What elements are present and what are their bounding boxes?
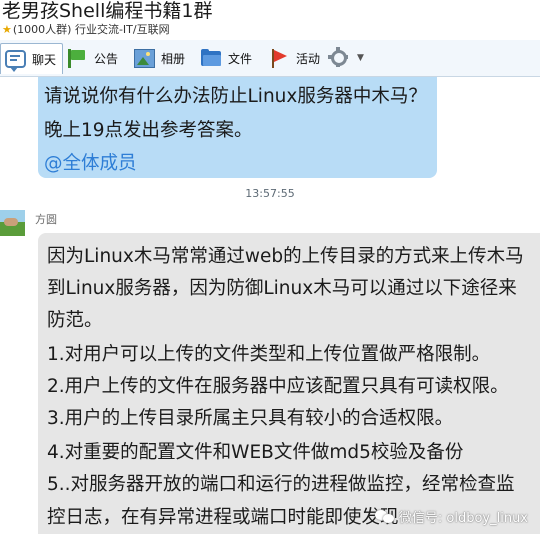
message-timestamp: 13:57:55 [245, 187, 295, 200]
star-icon: ★ [2, 23, 12, 36]
tab-file[interactable]: 文件 [200, 44, 252, 72]
avatar[interactable] [0, 210, 25, 236]
folder-icon [200, 47, 222, 69]
tab-event[interactable]: 活动 [268, 44, 320, 72]
wechat-icon [374, 509, 395, 525]
message-line: 防范。 [47, 310, 103, 331]
tab-chat-label: 聊天 [32, 52, 57, 67]
message-line: 2.用户上传的文件在服务器中应该配置只具有可读权限。 [47, 376, 509, 397]
chevron-down-icon: ▼ [357, 53, 364, 63]
group-subtitle: ★(1000人群) 行业交流-IT/互联网 [2, 23, 170, 37]
photo-icon [133, 47, 155, 69]
watermark-text: 微信号: oldboy_linux [398, 511, 528, 526]
group-toolbar: 聊天 公告 相册 文件 活动 ▼ [0, 40, 540, 77]
group-info: (1000人群) 行业交流-IT/互联网 [12, 23, 170, 36]
tab-file-label: 文件 [228, 51, 253, 66]
sender-name[interactable]: 方圆 [35, 211, 57, 227]
message-line: 控日志，在有异常进程或端口时能即使发现 [47, 507, 399, 528]
watermark: 微信号: oldboy_linux [374, 507, 528, 526]
message-line: 3.用户的上传目录所属主只具有较小的合适权限。 [47, 408, 454, 429]
group-title: 老男孩Shell编程书籍1群 [2, 0, 213, 22]
message-line: 5..对服务器开放的端口和运行的进程做监控，经常检查监 [47, 474, 515, 495]
message-line: 1.对用户可以上传的文件类型和上传位置做严格限制。 [47, 344, 491, 365]
message-bubble-self: 请说说你有什么办法防止Linux服务器中木马？ 晚上19点发出参考答案。 @全体… [38, 77, 437, 178]
tab-album-label: 相册 [161, 51, 186, 66]
more-menu-button[interactable]: ▼ [328, 44, 364, 72]
flag-icon [66, 47, 88, 69]
message-bubble-other: 因为Linux木马常常通过web的上传目录的方式来上传木马 到Linux服务器，… [38, 233, 540, 534]
tab-event-label: 活动 [296, 51, 321, 66]
tab-notice[interactable]: 公告 [66, 44, 118, 72]
chat-window-header: 老男孩Shell编程书籍1群 ★(1000人群) 行业交流-IT/互联网 [0, 0, 540, 40]
message-line: 请说说你有什么办法防止Linux服务器中木马？ [44, 86, 427, 107]
chat-icon [5, 50, 26, 72]
message-list[interactable]: 请说说你有什么办法防止Linux服务器中木马？ 晚上19点发出参考答案。 @全体… [0, 77, 540, 534]
message-line: 晚上19点发出参考答案。 [44, 120, 253, 141]
tab-chat[interactable]: 聊天 [0, 43, 64, 74]
tab-notice-label: 公告 [94, 51, 119, 66]
message-line: 4.对重要的配置文件和WEB文件做md5校验及备份 [47, 442, 464, 463]
message-line: 到Linux服务器，因为防御Linux木马可以通过以下途径来 [47, 278, 517, 299]
mention-all-link[interactable]: @全体成员 [44, 149, 137, 175]
red-flag-icon [268, 47, 290, 69]
tab-album[interactable]: 相册 [133, 44, 185, 72]
message-line: 因为Linux木马常常通过web的上传目录的方式来上传木马 [47, 242, 524, 268]
message-line-text: 因为Linux木马常常通过web的上传目录的方式来上传木马 [47, 246, 524, 267]
gear-icon [328, 47, 350, 69]
